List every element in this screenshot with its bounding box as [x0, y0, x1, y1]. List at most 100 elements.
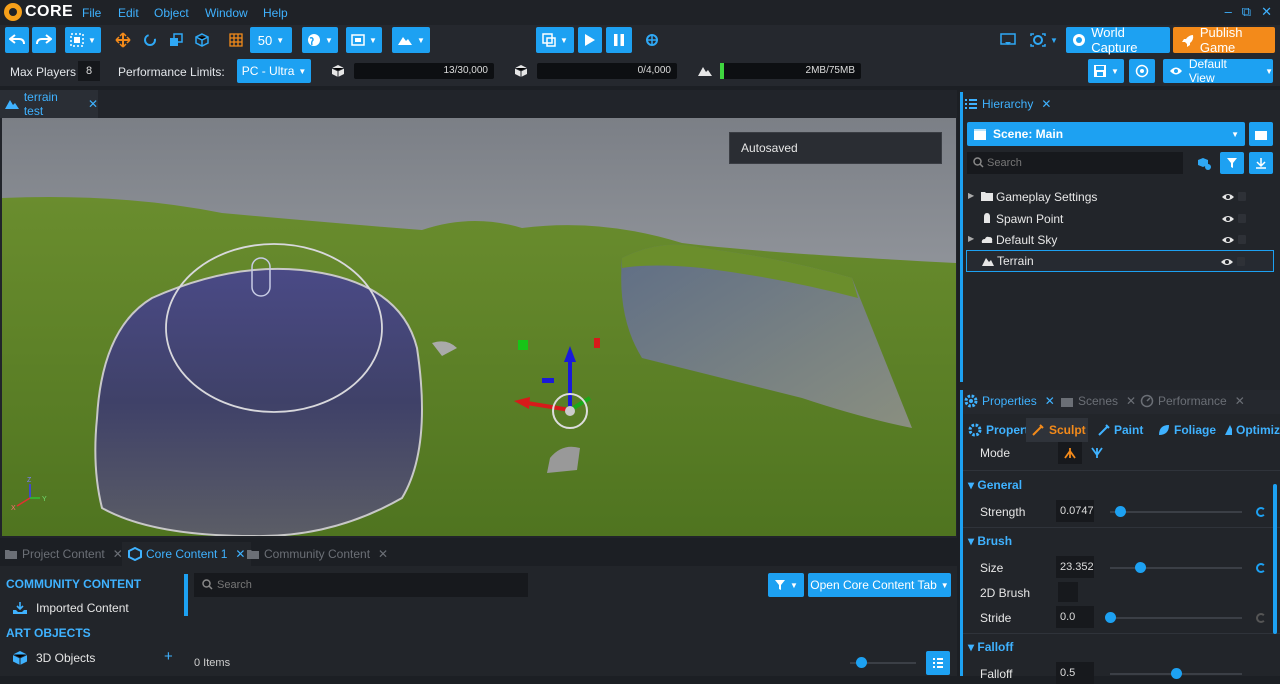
falloff-slider[interactable]: [1110, 668, 1242, 679]
reset-icon[interactable]: [1256, 613, 1266, 623]
visibility-eye-icon[interactable]: [1222, 213, 1234, 225]
falloff-input[interactable]: 0.5: [1056, 662, 1094, 684]
pause-button[interactable]: [606, 27, 632, 53]
close-tab-icon[interactable]: ✕: [1126, 394, 1136, 408]
add-object-button[interactable]: [1193, 152, 1215, 174]
expand-arrow-icon[interactable]: ▶: [968, 191, 974, 200]
subtab-optimize[interactable]: Optimiz: [1224, 423, 1280, 437]
close-tab-icon[interactable]: ✕: [1041, 97, 1051, 111]
imported-content-item[interactable]: Imported Content: [12, 601, 129, 615]
viewport-tab[interactable]: terrain test ✕: [0, 90, 98, 118]
content-search-input[interactable]: Search: [194, 573, 528, 597]
close-tab-icon[interactable]: ✕: [88, 97, 98, 111]
expand-arrow-icon[interactable]: ▶: [968, 234, 974, 243]
brush-section-header[interactable]: ▾ Brush: [968, 534, 1012, 548]
grid-size-dropdown[interactable]: 50 ▼: [250, 27, 292, 53]
default-view-dropdown[interactable]: Default View ▼: [1163, 57, 1273, 85]
hierarchy-item[interactable]: ▶ Default Sky: [966, 229, 1274, 251]
collapse-all-button[interactable]: [1249, 152, 1273, 174]
multiplayer-preview-button[interactable]: [641, 27, 663, 53]
slider-knob[interactable]: [856, 657, 867, 668]
2d-brush-checkbox[interactable]: [1058, 582, 1078, 602]
terrain-tools-dropdown[interactable]: ▼: [392, 27, 430, 53]
reset-icon[interactable]: [1256, 563, 1266, 573]
slider-knob[interactable]: [1114, 506, 1126, 517]
lock-icon[interactable]: [1237, 257, 1245, 266]
community-content-header[interactable]: COMMUNITY CONTENT: [6, 577, 141, 591]
properties-tab[interactable]: Properties ✕: [964, 394, 1055, 408]
screenshot-button[interactable]: [997, 27, 1019, 53]
strength-slider[interactable]: [1110, 506, 1242, 517]
scene-settings-button[interactable]: [1249, 122, 1273, 146]
world-capture-button[interactable]: World Capture: [1066, 25, 1170, 55]
scale-tool-button[interactable]: [165, 27, 187, 53]
thumbnail-size-slider[interactable]: [850, 657, 916, 668]
close-tab-icon[interactable]: ✕: [378, 547, 388, 561]
world-space-dropdown[interactable]: ▼: [302, 27, 338, 53]
hierarchy-item[interactable]: ▶ Gameplay Settings: [966, 186, 1274, 208]
preview-mode-dropdown[interactable]: ▼: [536, 27, 574, 53]
play-button[interactable]: [578, 27, 602, 53]
strength-input[interactable]: 0.0747: [1056, 500, 1094, 522]
sync-button[interactable]: [1129, 59, 1155, 83]
minimize-button[interactable]: –: [1225, 4, 1232, 20]
performance-tab[interactable]: Performance ✕: [1140, 394, 1245, 408]
general-section-header[interactable]: ▾ General: [968, 478, 1022, 492]
mode-raise-button[interactable]: [1058, 442, 1082, 464]
mode-lower-button[interactable]: [1086, 442, 1108, 464]
visibility-eye-icon[interactable]: [1221, 256, 1233, 268]
close-tab-icon[interactable]: ✕: [1235, 394, 1245, 408]
hierarchy-tab[interactable]: Hierarchy ✕: [964, 96, 1051, 112]
slider-knob[interactable]: [1171, 668, 1182, 679]
menu-object[interactable]: Object: [154, 6, 189, 20]
hierarchy-search-input[interactable]: Search: [967, 152, 1183, 174]
content-filter-dropdown[interactable]: ▼: [768, 573, 804, 597]
open-core-content-tab-button[interactable]: Open Core Content Tab ▼: [808, 573, 951, 597]
local-space-button[interactable]: [191, 27, 213, 53]
stride-input[interactable]: 0.0: [1056, 606, 1094, 628]
redo-button[interactable]: [32, 27, 56, 53]
size-input[interactable]: 23.352: [1056, 556, 1094, 578]
subtab-paint[interactable]: Paint: [1098, 423, 1143, 437]
filter-button[interactable]: [1220, 152, 1244, 174]
menu-file[interactable]: File: [82, 6, 101, 20]
core-content-tab[interactable]: Core Content 1 ✕: [122, 542, 252, 566]
grid-snap-toggle[interactable]: [225, 27, 247, 53]
hierarchy-item[interactable]: Terrain: [966, 250, 1274, 272]
menu-edit[interactable]: Edit: [118, 6, 139, 20]
performance-profile-dropdown[interactable]: PC - Ultra ▼: [237, 59, 311, 83]
visibility-eye-icon[interactable]: [1222, 191, 1234, 203]
stride-slider[interactable]: [1105, 612, 1242, 623]
community-content-tab[interactable]: Community Content ✕: [246, 542, 388, 566]
subtab-foliage[interactable]: Foliage: [1158, 423, 1216, 437]
snap-settings-dropdown[interactable]: ▼: [346, 27, 382, 53]
size-slider[interactable]: [1110, 562, 1242, 573]
art-objects-header[interactable]: ART OBJECTS: [6, 626, 91, 640]
scenes-tab[interactable]: Scenes ✕: [1060, 394, 1136, 408]
undo-button[interactable]: [5, 27, 29, 53]
hierarchy-item[interactable]: Spawn Point: [966, 208, 1274, 230]
scrollbar[interactable]: [184, 574, 188, 616]
camera-capture-dropdown[interactable]: ▼: [1026, 27, 1062, 53]
restore-button[interactable]: ⧉: [1242, 4, 1251, 20]
add-icon[interactable]: +: [164, 648, 173, 665]
menu-help[interactable]: Help: [263, 6, 288, 20]
slider-knob[interactable]: [1135, 562, 1147, 573]
subtab-sculpt[interactable]: Sculpt: [1026, 418, 1088, 442]
reset-icon[interactable]: [1256, 507, 1266, 517]
close-button[interactable]: ✕: [1261, 4, 1272, 20]
visibility-eye-icon[interactable]: [1222, 234, 1234, 246]
move-tool-button[interactable]: [112, 27, 134, 53]
max-players-value[interactable]: 8: [78, 61, 100, 81]
subtab-properties[interactable]: Propert: [968, 423, 1029, 437]
publish-game-button[interactable]: Publish Game: [1173, 25, 1275, 55]
close-tab-icon[interactable]: ✕: [1045, 394, 1055, 408]
slider-knob[interactable]: [1105, 612, 1116, 623]
lock-icon[interactable]: [1238, 192, 1246, 201]
lock-icon[interactable]: [1238, 235, 1246, 244]
close-tab-icon[interactable]: ✕: [235, 547, 245, 561]
layout-dropdown[interactable]: ▼: [1088, 59, 1124, 83]
menu-window[interactable]: Window: [205, 6, 248, 20]
falloff-section-header[interactable]: ▾ Falloff: [968, 640, 1013, 654]
scene-dropdown[interactable]: Scene: Main ▼: [967, 122, 1245, 146]
